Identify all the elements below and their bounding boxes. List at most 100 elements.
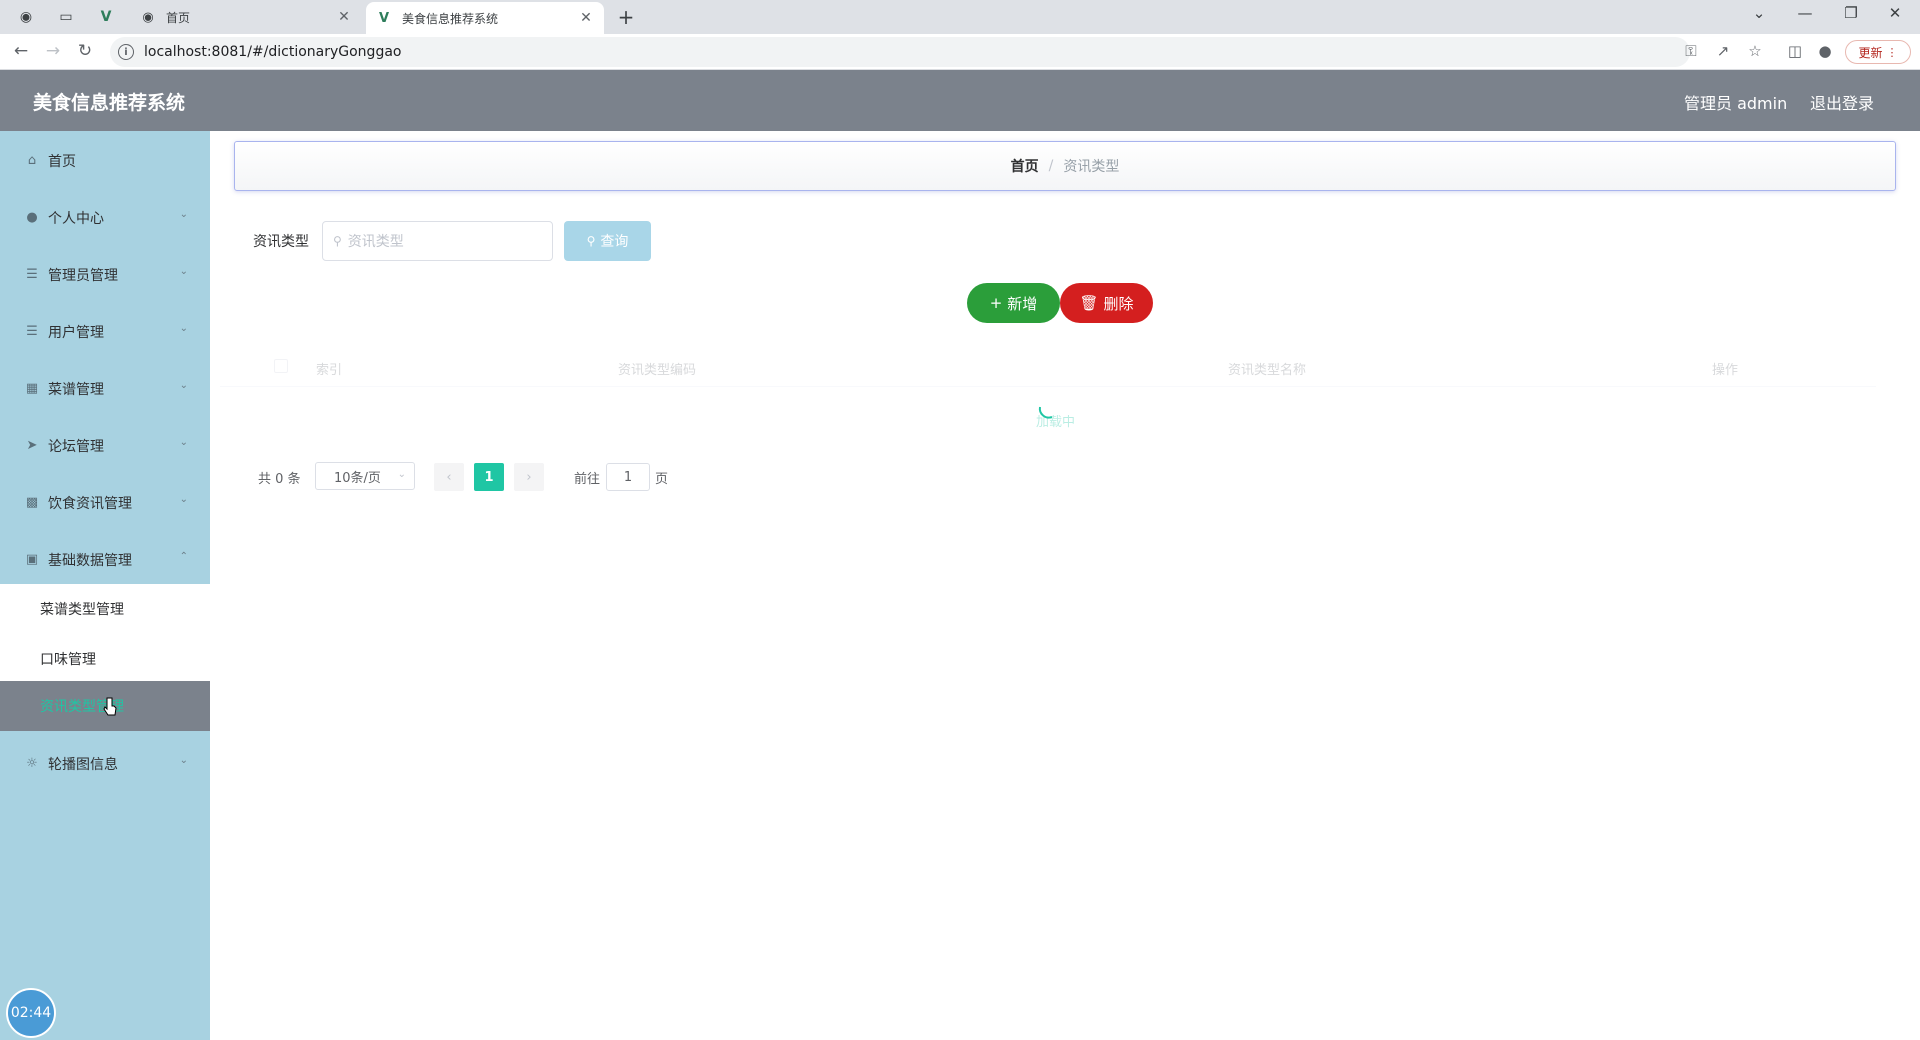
tab-search-icon[interactable]: ⌄ [1744,4,1774,22]
sidebar-item-label: 用户管理 [48,324,104,341]
app-header: 美食信息推荐系统 管理员 admin 退出登录 [0,70,1920,131]
briefcase-icon: ▩ [25,495,39,510]
goto-unit: 页 [655,472,669,487]
vue-icon: V [378,10,390,26]
search-label: 资讯类型 [253,234,309,250]
sidebar-item-personal-center[interactable]: ● 个人中心 ⌄ [0,189,210,246]
current-page-button[interactable]: 1 [474,463,504,491]
chevron-up-icon: ⌃ [179,551,188,562]
admin-label: 管理员 admin [1684,94,1788,113]
submenu-item-flavor[interactable]: 口味管理 [0,634,210,684]
update-label: 更新 [1858,45,1883,60]
chevron-down-icon: ⌄ [179,494,188,505]
pointer-cursor-icon [103,697,117,716]
browser-tab-home[interactable]: ◉ 首页 ✕ [130,0,362,34]
page-size-select[interactable]: 10条/页 ⌄ [315,462,415,490]
add-button[interactable]: + 新增 [967,283,1060,323]
search-icon: ⚲ [586,234,596,248]
share-icon[interactable]: ↗ [1712,42,1734,60]
submenu-item-label: 口味管理 [40,652,96,668]
globe-icon: ◉ [142,9,154,25]
column-header-actions: 操作 [1712,363,1739,378]
home-icon: ⌂ [27,153,37,168]
sidebar-item-home[interactable]: ⌂ 首页 [0,132,210,189]
delete-button[interactable]: 🗑 删除 [1060,283,1153,323]
sidebar-item-label: 轮播图信息 [48,756,118,773]
pinned-tab-page-icon[interactable]: ▭ [52,6,80,28]
page-size-value: 10条/页 [334,470,381,486]
loading-text: 加载中 [1036,415,1076,430]
delete-label: 删除 [1103,294,1134,313]
bookmark-star-icon[interactable]: ☆ [1744,42,1766,60]
breadcrumb-separator: / [1048,158,1054,174]
sidebar-item-label: 饮食资讯管理 [48,495,132,512]
column-header-name: 资讯类型名称 [1228,363,1307,378]
app-title: 美食信息推荐系统 [33,92,186,114]
sidebar-item-news-management[interactable]: ▩ 饮食资讯管理 ⌄ [0,474,210,531]
prev-page-button[interactable]: ‹ [434,463,464,491]
trash-icon: 🗑 [1079,294,1099,312]
submenu-item-recipe-type[interactable]: 菜谱类型管理 [0,584,210,634]
chart-icon: ▦ [25,381,39,396]
sidebar-item-label: 基础数据管理 [48,552,132,569]
sidebar-item-carousel-info[interactable]: ☼ 轮播图信息 ⌄ [0,735,210,792]
key-icon[interactable]: ⚿ [1680,42,1702,60]
menu-icon: ☰ [26,267,38,282]
clock-badge[interactable]: 02:44 [6,988,56,1038]
browser-tab-bar: ◉ ▭ V ◉ 首页 ✕ V 美食信息推荐系统 ✕ + ⌄ — ❐ ✕ [0,0,1920,34]
sidebar-item-recipe-management[interactable]: ▦ 菜谱管理 ⌄ [0,360,210,417]
user-icon: ● [26,210,38,225]
update-button[interactable]: 更新 ⋮ [1845,40,1911,64]
browser-tab-active[interactable]: V 美食信息推荐系统 ✕ [366,2,604,34]
pagination-total: 共 0 条 [258,472,301,487]
query-button[interactable]: ⚲ 查询 [564,221,651,261]
chevron-down-icon: ⌄ [179,266,188,277]
pinned-tab-globe-icon[interactable]: ◉ [12,6,40,28]
chevron-down-icon: ⌄ [397,469,406,480]
minimize-icon[interactable]: — [1790,4,1820,22]
reload-icon[interactable]: ↻ [74,41,96,61]
close-tab-icon[interactable]: ✕ [578,10,594,26]
sidebar-item-forum-management[interactable]: ➤ 论坛管理 ⌄ [0,417,210,474]
sidebar-item-label: 论坛管理 [48,438,104,455]
next-page-button[interactable]: › [514,463,544,491]
send-icon: ➤ [26,438,38,453]
profile-icon[interactable]: ● [1814,42,1836,60]
site-info-icon[interactable]: i [118,44,134,60]
add-label: 新增 [1007,294,1038,313]
back-icon[interactable]: ← [10,41,32,61]
logout-button[interactable]: 退出登录 [1810,90,1874,114]
sidebar-item-basic-data-management[interactable]: ▣ 基础数据管理 ⌃ [0,531,210,588]
breadcrumb-current: 资讯类型 [1063,159,1120,175]
side-panel-icon[interactable]: ◫ [1784,42,1806,60]
sidebar-item-label: 个人中心 [48,210,104,227]
goto-page-input[interactable]: 1 [606,463,650,491]
browser-toolbar: ← → ↻ i localhost:8081/#/dictionaryGongg… [0,34,1920,70]
restore-icon[interactable]: ❐ [1836,4,1866,22]
sidebar-item-label: 首页 [48,153,76,170]
forward-icon[interactable]: → [42,41,64,61]
select-all-checkbox[interactable] [274,359,288,373]
new-tab-button[interactable]: + [614,5,638,29]
pinned-tab-vue-icon[interactable]: V [92,6,120,28]
menu-icon: ☰ [26,324,38,339]
more-menu-icon: ⋮ [1886,45,1898,59]
chevron-down-icon: ⌄ [179,755,188,766]
sidebar-item-label: 管理员管理 [48,267,118,284]
url-text: localhost:8081/#/dictionaryGonggao [144,44,402,60]
address-bar[interactable]: i localhost:8081/#/dictionaryGonggao [110,37,1690,67]
search-input[interactable]: ⚲ 资讯类型 [322,221,553,261]
chevron-down-icon: ⌄ [179,209,188,220]
sidebar-item-user-management[interactable]: ☰ 用户管理 ⌄ [0,303,210,360]
compass-icon: ☼ [26,756,38,771]
search-placeholder: 资讯类型 [347,234,404,250]
table-header-divider [220,386,1876,387]
sidebar-item-admin-management[interactable]: ☰ 管理员管理 ⌄ [0,246,210,303]
query-label: 查询 [600,234,629,250]
close-window-icon[interactable]: ✕ [1880,4,1910,22]
search-icon: ⚲ [333,234,342,248]
breadcrumb-home[interactable]: 首页 [1011,156,1039,176]
tab-title: 首页 [166,10,191,25]
close-tab-icon[interactable]: ✕ [336,9,352,25]
tab-title: 美食信息推荐系统 [402,11,499,26]
